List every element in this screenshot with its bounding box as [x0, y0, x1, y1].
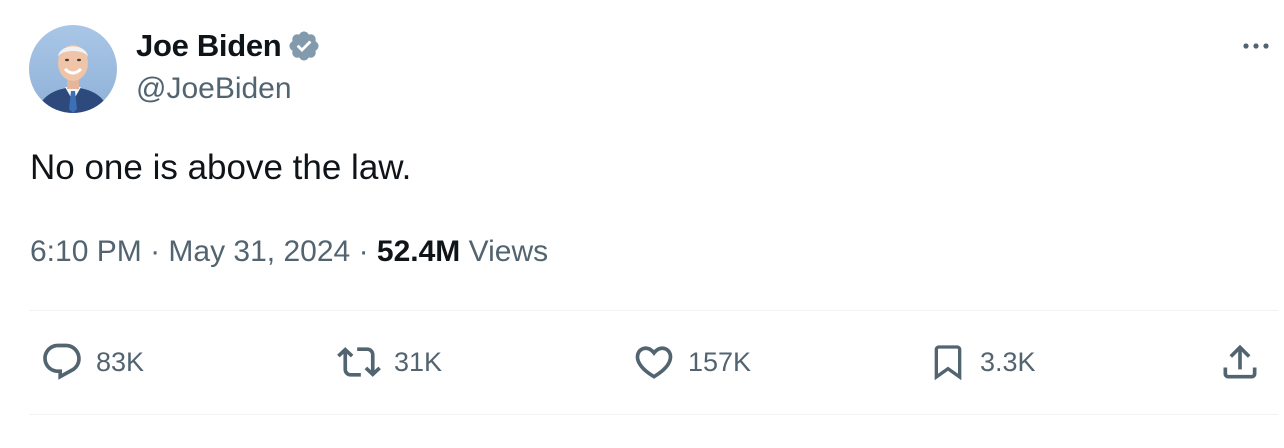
share-icon	[1218, 340, 1262, 384]
author-name-row: Joe Biden	[136, 26, 321, 66]
tweet-date[interactable]: May 31, 2024	[168, 235, 350, 268]
more-options-icon[interactable]	[1238, 34, 1278, 58]
like-button[interactable]: 157K	[632, 340, 751, 384]
meta-separator: ·	[358, 235, 369, 268]
author-handle[interactable]: @JoeBiden	[136, 72, 292, 106]
heart-icon	[632, 340, 676, 384]
bookmark-button[interactable]: 3.3K	[928, 340, 1036, 384]
share-button[interactable]	[1218, 340, 1262, 384]
verified-badge-icon[interactable]	[287, 29, 321, 63]
like-count: 157K	[688, 346, 752, 377]
tweet-time[interactable]: 6:10 PM	[30, 235, 142, 268]
reply-button[interactable]: 83K	[40, 340, 144, 384]
retweet-button[interactable]: 31K	[336, 340, 442, 384]
tweet-meta: 6:10 PM · May 31, 2024 · 52.4M Views	[30, 235, 548, 269]
reply-icon	[40, 340, 84, 384]
divider	[29, 310, 1278, 311]
bookmark-count: 3.3K	[980, 346, 1036, 377]
retweet-icon	[336, 340, 382, 384]
retweet-count: 31K	[394, 346, 443, 377]
divider	[29, 414, 1278, 415]
author-display-name[interactable]: Joe Biden	[136, 28, 282, 64]
reply-count: 83K	[96, 346, 145, 377]
meta-separator: ·	[150, 235, 161, 268]
bookmark-icon	[928, 340, 968, 384]
avatar[interactable]	[29, 25, 117, 113]
views-count: 52.4M	[376, 235, 461, 268]
views-label: Views	[468, 235, 549, 268]
profile-photo	[29, 25, 117, 113]
tweet-text: No one is above the law.	[30, 148, 412, 187]
